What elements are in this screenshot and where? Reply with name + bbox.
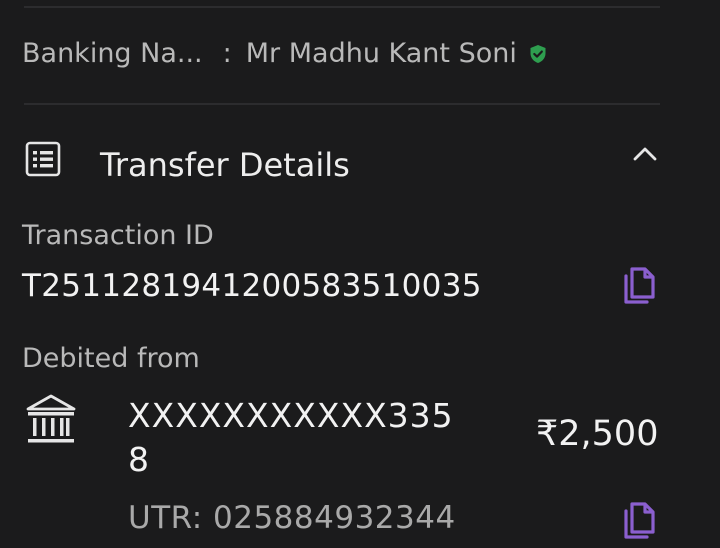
shield-check-icon	[529, 44, 547, 64]
banking-name-row: Banking Na... : Mr Madhu Kant Soni	[22, 38, 547, 69]
utr-value: UTR: 025884932344	[128, 500, 456, 536]
section-divider	[24, 103, 660, 105]
transaction-id-label: Transaction ID	[22, 220, 214, 251]
debited-from-label: Debited from	[22, 343, 200, 374]
chevron-up-icon[interactable]	[632, 144, 658, 168]
banking-name-label: Banking Na...	[22, 38, 203, 69]
banking-name-value: Mr Madhu Kant Soni	[245, 38, 517, 69]
bank-icon	[24, 392, 78, 454]
debit-amount: ₹2,500	[536, 414, 659, 454]
copy-utr-icon[interactable]	[620, 500, 658, 548]
section-title: Transfer Details	[100, 146, 350, 184]
copy-transaction-id-icon[interactable]	[620, 265, 658, 313]
top-divider	[24, 6, 660, 8]
account-number-line1: XXXXXXXXXXX335	[128, 396, 454, 435]
banking-name-separator: :	[222, 38, 232, 69]
transaction-id-value: T2511281941200583510035	[22, 268, 482, 304]
account-number-line2: 8	[128, 440, 150, 479]
receipt-list-icon	[24, 140, 62, 184]
transfer-details-header[interactable]: Transfer Details	[24, 140, 664, 190]
